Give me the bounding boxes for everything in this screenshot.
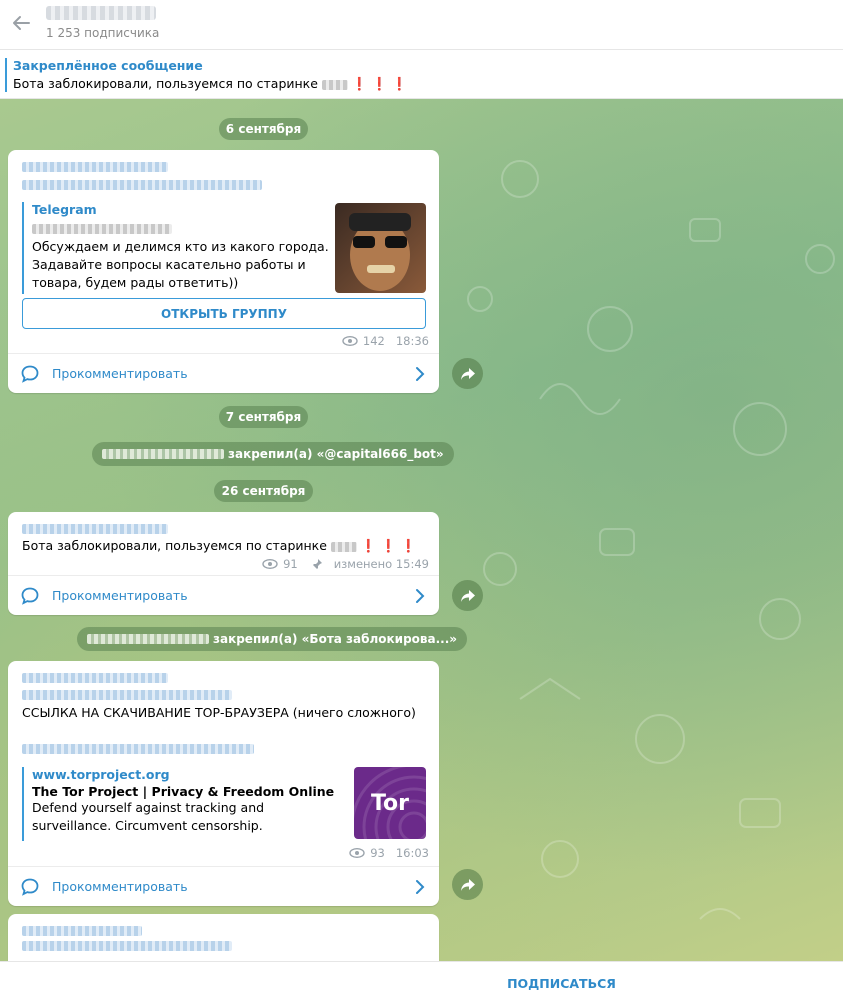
link-preview[interactable]: Telegram Обсуждаем и делимся кто из како…	[22, 202, 330, 294]
preview-thumbnail	[335, 203, 426, 293]
edited-time: изменено 15:49	[333, 557, 429, 571]
share-arrow-icon	[460, 878, 475, 891]
comment-bubble-icon	[21, 587, 39, 605]
date-separator: 7 сентября	[219, 406, 308, 428]
view-count: 93	[370, 846, 385, 860]
share-button[interactable]	[452, 358, 483, 389]
message-bubble[interactable]	[8, 914, 439, 961]
message-bubble[interactable]: Telegram Обсуждаем и делимся кто из како…	[8, 150, 439, 393]
forwarded-from-redacted	[22, 938, 232, 953]
comment-button[interactable]: Прокомментировать	[8, 866, 439, 906]
message-text-body: Бота заблокировали, пользуемся по старин…	[22, 538, 327, 553]
message-meta: 93 16:03	[349, 846, 429, 860]
message-time: 16:03	[395, 846, 429, 860]
forwarded-from-redacted[interactable]	[22, 687, 232, 702]
pinned-exclamation-marks: ❗ ❗ ❗	[351, 76, 408, 91]
tor-logo-text: Tor	[370, 790, 410, 816]
comment-button[interactable]: Прокомментировать	[8, 575, 439, 615]
chevron-right-icon	[416, 880, 425, 894]
sender-name-redacted	[22, 923, 142, 938]
arrow-left-icon	[13, 16, 30, 30]
preview-description: Обсуждаем и делимся кто из какого города…	[32, 239, 329, 290]
comment-bubble-icon	[21, 878, 39, 896]
chat-area: 6 сентября Telegram Обсуждаем и делимся …	[0, 99, 843, 961]
pinned-accent-bar	[5, 58, 7, 92]
message-text: Бота заблокировали, пользуемся по старин…	[22, 538, 416, 554]
channel-name-redacted[interactable]	[46, 6, 156, 20]
subscribe-button[interactable]: ПОДПИСАТЬСЯ	[507, 976, 616, 991]
forward-link-redacted[interactable]	[22, 177, 262, 192]
preview-description: Defend yourself against tracking and sur…	[32, 800, 265, 833]
comment-label: Прокомментировать	[52, 366, 188, 381]
sender-name-redacted	[22, 521, 168, 536]
comment-button[interactable]: Прокомментировать	[8, 353, 439, 393]
chevron-right-icon	[416, 589, 425, 603]
service-message: закрепил(а) «@capital666_bot»	[92, 442, 454, 466]
comment-label: Прокомментировать	[52, 588, 188, 603]
pinned-text-body: Бота заблокировали, пользуемся по старин…	[13, 76, 318, 91]
service-text: закрепил(а) «@capital666_bot»	[228, 447, 444, 461]
open-group-button[interactable]: ОТКРЫТЬ ГРУППУ	[22, 298, 426, 329]
preview-site-name: www.torproject.org	[32, 767, 170, 782]
message-time: 18:36	[395, 334, 429, 348]
comment-label: Прокомментировать	[52, 879, 188, 894]
message-bubble[interactable]: ССЫЛКА НА СКАЧИВАНИЕ ТОР-БРАУЗЕРА (ничег…	[8, 661, 439, 906]
subscriber-count: 1 253 подписчика	[46, 26, 160, 40]
channel-name-redacted	[102, 449, 224, 459]
service-message: закрепил(а) «Бота заблокирова...»	[77, 627, 468, 651]
preview-site-name: Telegram	[32, 202, 97, 217]
link-preview[interactable]: www.torproject.org The Tor Project | Pri…	[22, 767, 344, 841]
eye-icon	[349, 848, 365, 858]
view-count: 142	[362, 334, 385, 348]
date-separator: 26 сентября	[214, 480, 313, 502]
message-meta: 91 изменено 15:49	[262, 557, 429, 571]
share-button[interactable]	[452, 869, 483, 900]
chat-header: 1 253 подписчика	[0, 0, 843, 50]
service-text: закрепил(а) «Бота заблокирова...»	[213, 632, 458, 646]
message-bubble[interactable]: Бота заблокировали, пользуемся по старин…	[8, 512, 439, 615]
view-count: 91	[283, 557, 298, 571]
share-arrow-icon	[460, 589, 475, 602]
redacted-emoji	[330, 541, 357, 552]
channel-name-redacted	[87, 634, 209, 644]
back-button[interactable]	[8, 10, 34, 36]
message-exclamation-marks: ❗ ❗ ❗	[360, 538, 417, 553]
footer-bar: ПОДПИСАТЬСЯ	[0, 961, 843, 999]
message-link-redacted[interactable]	[22, 741, 254, 756]
message-text: ССЫЛКА НА СКАЧИВАНИЕ ТОР-БРАУЗЕРА (ничег…	[22, 705, 416, 720]
eye-icon	[342, 336, 358, 346]
comment-bubble-icon	[21, 365, 39, 383]
redacted-emoji	[321, 79, 348, 90]
tor-logo-thumbnail: Tor	[354, 767, 426, 839]
share-arrow-icon	[460, 367, 475, 380]
sender-name-redacted	[22, 670, 168, 685]
pinned-title: Закреплённое сообщение	[13, 58, 203, 73]
pinned-text: Бота заблокировали, пользуемся по старин…	[13, 76, 407, 92]
preview-title: The Tor Project | Privacy & Freedom Onli…	[32, 784, 335, 799]
pin-icon	[311, 559, 322, 570]
chevron-right-icon	[416, 367, 425, 381]
preview-title-redacted	[32, 221, 330, 236]
share-button[interactable]	[452, 580, 483, 611]
pinned-message-bar[interactable]: Закреплённое сообщение Бота заблокировал…	[0, 51, 843, 99]
message-meta: 142 18:36	[342, 334, 429, 348]
sender-name-redacted	[22, 159, 168, 174]
date-separator: 6 сентября	[219, 118, 308, 140]
eye-icon	[262, 559, 278, 569]
